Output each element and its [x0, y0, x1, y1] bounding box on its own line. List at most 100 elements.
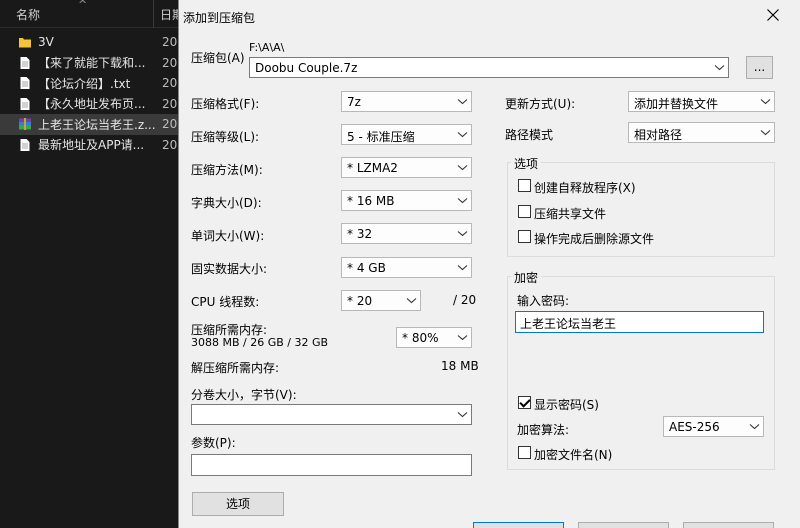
- split-volume-combobox[interactable]: [191, 404, 472, 425]
- archive-path: F:\A\A\: [249, 41, 285, 54]
- dict-select[interactable]: * 16 MB: [341, 190, 472, 211]
- show-password-label[interactable]: 显示密码(S): [534, 396, 599, 413]
- method-value: * LZMA2: [347, 161, 398, 175]
- decompress-memory-value: 18 MB: [441, 359, 479, 373]
- update-mode-select[interactable]: 添加并替换文件: [628, 91, 775, 112]
- chevron-down-icon: [457, 99, 468, 105]
- file-row[interactable]: 【论坛介绍】.txt 202: [0, 73, 185, 94]
- encryption-method-value: AES-256: [669, 420, 720, 434]
- level-label: 压缩等级(L):: [191, 130, 260, 144]
- path-mode-label: 路径模式: [505, 128, 554, 142]
- column-name-header[interactable]: 名称: [16, 6, 40, 23]
- encryption-method-label: 加密算法:: [517, 423, 570, 437]
- text-file-icon: [20, 138, 30, 151]
- cancel-button[interactable]: [578, 522, 669, 528]
- chevron-down-icon: [457, 198, 468, 204]
- file-name: 【论坛介绍】.txt: [38, 76, 131, 91]
- file-name: 【永久地址发布页...: [38, 97, 146, 112]
- path-mode-value: 相对路径: [634, 128, 683, 142]
- shared-files-checkbox[interactable]: [518, 205, 531, 218]
- word-select[interactable]: * 32: [341, 223, 472, 244]
- file-name: 最新地址及APP请...: [38, 138, 145, 153]
- format-select[interactable]: 7z: [341, 91, 472, 112]
- solid-value: * 4 GB: [347, 261, 386, 275]
- level-value: 5 - 标准压缩: [347, 130, 415, 144]
- file-row[interactable]: 【永久地址发布页... 202: [0, 94, 185, 115]
- sfx-label[interactable]: 创建自释放程序(X): [534, 179, 636, 196]
- sort-ascending-icon: ^: [78, 0, 88, 11]
- memory-usage-select[interactable]: * 80%: [396, 327, 472, 348]
- text-file-icon: [20, 97, 30, 110]
- method-label: 压缩方法(M):: [191, 163, 263, 177]
- level-select[interactable]: 5 - 标准压缩: [341, 124, 472, 145]
- chevron-down-icon: [457, 231, 468, 237]
- password-input[interactable]: 上老王论坛当老王: [515, 311, 764, 333]
- file-name: 3V: [38, 35, 54, 50]
- solid-select[interactable]: * 4 GB: [341, 257, 472, 278]
- file-row[interactable]: 最新地址及APP请... 202: [0, 135, 185, 156]
- password-value: 上老王论坛当老王: [520, 317, 617, 331]
- file-row-selected[interactable]: 上老王论坛当老王.z... 202: [0, 114, 185, 135]
- split-label: 分卷大小，字节(V):: [191, 388, 297, 402]
- update-mode-label: 更新方式(U):: [505, 97, 576, 111]
- cpu-select[interactable]: * 20: [341, 290, 421, 311]
- help-button[interactable]: [683, 522, 774, 528]
- chevron-down-icon: [457, 335, 468, 341]
- delete-after-checkbox[interactable]: [518, 230, 531, 243]
- method-select[interactable]: * LZMA2: [341, 157, 472, 178]
- archive-name-value: Doobu Couple.7z: [255, 61, 358, 75]
- close-icon[interactable]: [764, 6, 782, 24]
- params-input[interactable]: [191, 454, 472, 476]
- solid-label: 固实数据大小:: [191, 262, 268, 276]
- shared-files-label[interactable]: 压缩共享文件: [534, 205, 606, 222]
- archive-label: 压缩包(A): [191, 51, 245, 65]
- delete-after-label[interactable]: 操作完成后删除源文件: [534, 230, 654, 247]
- memory-usage-value: * 80%: [402, 331, 439, 345]
- chevron-down-icon: [749, 424, 760, 430]
- chevron-down-icon: [457, 132, 468, 138]
- dialog-title: 添加到压缩包: [183, 11, 256, 25]
- chevron-down-icon: [457, 265, 468, 271]
- browse-button[interactable]: ...: [746, 56, 773, 79]
- encrypt-names-label[interactable]: 加密文件名(N): [534, 446, 612, 463]
- word-value: * 32: [347, 227, 373, 241]
- chevron-down-icon: [760, 99, 771, 105]
- decompress-memory-label: 解压缩所需内存:: [191, 361, 280, 375]
- text-file-icon: [20, 77, 30, 90]
- chevron-down-icon: [406, 298, 417, 304]
- encrypt-names-checkbox[interactable]: [518, 446, 531, 459]
- archive-name-combobox[interactable]: Doobu Couple.7z: [249, 57, 729, 78]
- add-to-archive-dialog: 添加到压缩包 压缩包(A) F:\A\A\ Doobu Couple.7z ..…: [178, 0, 800, 528]
- column-divider[interactable]: [153, 0, 154, 28]
- dict-value: * 16 MB: [347, 194, 395, 208]
- update-mode-value: 添加并替换文件: [634, 97, 719, 111]
- memory-detail: 3088 MB / 26 GB / 32 GB: [191, 336, 329, 349]
- file-name: 【来了就能下载和...: [38, 56, 146, 71]
- show-password-checkbox[interactable]: [518, 396, 531, 409]
- password-label: 输入密码:: [517, 294, 570, 308]
- file-name: 上老王论坛当老王.z...: [38, 117, 156, 132]
- params-label: 参数(P):: [191, 436, 236, 450]
- dict-label: 字典大小(D):: [191, 196, 262, 210]
- cpu-total: / 20: [453, 293, 477, 307]
- text-file-icon: [20, 56, 30, 69]
- ok-button[interactable]: [473, 522, 564, 528]
- cpu-value: * 20: [347, 294, 373, 308]
- file-list: 3V 202 【来了就能下载和... 202 【论坛介绍】.txt 202 【永…: [0, 32, 185, 156]
- sfx-checkbox[interactable]: [518, 179, 531, 192]
- options-group-title: 选项: [511, 155, 542, 172]
- chevron-down-icon[interactable]: [457, 410, 468, 419]
- encryption-method-select[interactable]: AES-256: [663, 416, 764, 437]
- folder-icon: [19, 38, 31, 48]
- file-row[interactable]: 3V 202: [0, 32, 185, 53]
- chevron-down-icon: [457, 165, 468, 171]
- encryption-group-title: 加密: [511, 269, 542, 286]
- file-row[interactable]: 【来了就能下载和... 202: [0, 53, 185, 74]
- options-button[interactable]: 选项: [192, 492, 284, 516]
- format-label: 压缩格式(F):: [191, 97, 260, 111]
- chevron-down-icon: [760, 130, 771, 136]
- chevron-down-icon[interactable]: [714, 63, 725, 72]
- archive-icon: [19, 118, 31, 131]
- path-mode-select[interactable]: 相对路径: [628, 122, 775, 143]
- word-label: 单词大小(W):: [191, 229, 265, 243]
